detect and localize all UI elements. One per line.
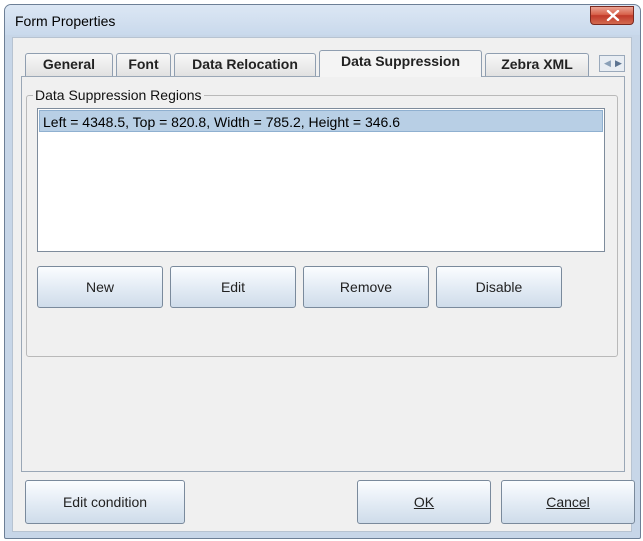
group-label: Data Suppression Regions: [33, 87, 204, 103]
scroll-right-icon[interactable]: ▶: [615, 59, 622, 68]
tab-zebra-xml[interactable]: Zebra XML: [485, 53, 589, 76]
title-bar[interactable]: Form Properties: [5, 5, 640, 35]
edit-condition-button[interactable]: Edit condition: [25, 480, 185, 524]
tab-font[interactable]: Font: [116, 53, 171, 76]
tab-data-suppression[interactable]: Data Suppression: [319, 50, 482, 77]
data-suppression-regions-group: Data Suppression Regions Left = 4348.5, …: [26, 87, 618, 357]
tab-data-relocation[interactable]: Data Relocation: [174, 53, 316, 76]
regions-list[interactable]: Left = 4348.5, Top = 820.8, Width = 785.…: [37, 108, 605, 252]
edit-button[interactable]: Edit: [170, 266, 296, 308]
remove-button[interactable]: Remove: [303, 266, 429, 308]
close-button[interactable]: [590, 6, 634, 25]
window-title: Form Properties: [15, 13, 116, 29]
list-item[interactable]: Left = 4348.5, Top = 820.8, Width = 785.…: [39, 110, 603, 132]
tab-scroll-arrows[interactable]: ◀ ▶: [599, 55, 625, 72]
dialog-client-area: General Font Data Relocation Data Suppre…: [12, 37, 635, 532]
scroll-left-icon[interactable]: ◀: [604, 59, 611, 68]
close-icon: [606, 10, 620, 21]
tab-general[interactable]: General: [25, 53, 113, 76]
data-suppression-panel: Data Suppression Regions Left = 4348.5, …: [21, 76, 625, 472]
form-properties-window: Form Properties General Font Data Reloca…: [4, 4, 641, 539]
new-button[interactable]: New: [37, 266, 163, 308]
cancel-button[interactable]: Cancel: [501, 480, 635, 524]
dialog-button-bar: Edit condition OK Cancel: [13, 478, 635, 531]
disable-button[interactable]: Disable: [436, 266, 562, 308]
ok-button[interactable]: OK: [357, 480, 491, 524]
tab-strip: General Font Data Relocation Data Suppre…: [21, 50, 625, 77]
